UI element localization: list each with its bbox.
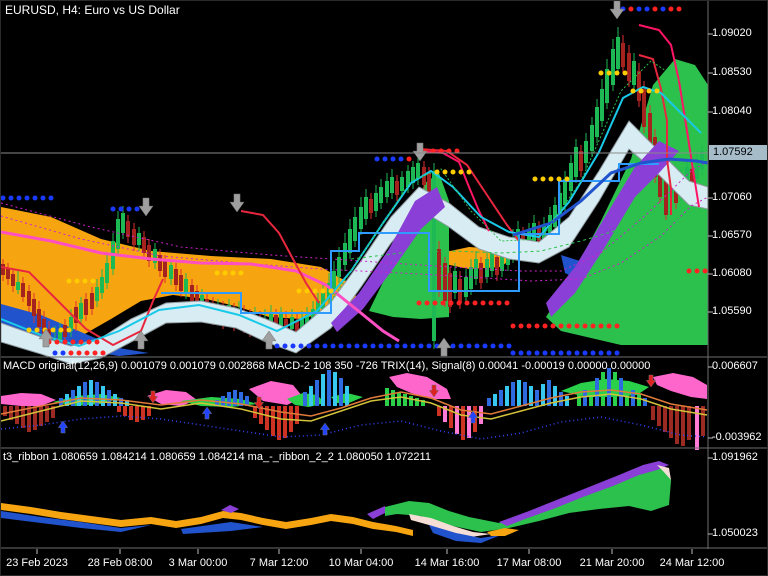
price-axis-label: 1.09020 bbox=[712, 27, 752, 40]
price-axis-label: 1.08530 bbox=[712, 66, 752, 79]
price-axis-label: 1.05590 bbox=[712, 305, 752, 318]
arrow-down-icon bbox=[610, 1, 624, 19]
chart-title: EURUSD, H4: Euro vs US Dollar bbox=[5, 4, 180, 17]
arrow-down-icon bbox=[139, 198, 153, 216]
arrow-up-icon bbox=[320, 423, 329, 435]
arrow-up-icon bbox=[58, 421, 67, 433]
macd-blue-dotted bbox=[1, 416, 707, 439]
arrow-up-icon bbox=[437, 338, 451, 356]
t3-panel-label: t3_ribbon 1.080659 1.084214 1.080659 1.0… bbox=[3, 451, 431, 464]
indicator-axis-label: 0.006607 bbox=[712, 360, 758, 373]
time-axis-label: 24 Mar 12:00 bbox=[660, 557, 725, 569]
arrow-down-icon bbox=[230, 194, 244, 212]
price-axis-label: 1.07060 bbox=[712, 191, 752, 204]
panel-separator-t3[interactable] bbox=[1, 447, 768, 450]
time-axis-label: 21 Mar 20:00 bbox=[580, 557, 645, 569]
indicator-axis-label: 1.050023 bbox=[712, 527, 758, 540]
indicator-axis-label: 1.091962 bbox=[712, 451, 758, 464]
price-axis-label: 1.06080 bbox=[712, 267, 752, 280]
time-axis-label: 17 Mar 08:00 bbox=[497, 557, 562, 569]
indicator-axis-label: -0.003962 bbox=[712, 431, 762, 444]
arrow-down-icon bbox=[413, 143, 427, 161]
time-axis-label: 10 Mar 04:00 bbox=[329, 557, 394, 569]
arrow-up-icon bbox=[202, 407, 211, 419]
time-axis-label: 7 Mar 12:00 bbox=[250, 557, 309, 569]
time-axis-label: 14 Mar 16:00 bbox=[415, 557, 480, 569]
mt-chart-window: EURUSD, H4: Euro vs US Dollar MACD origi… bbox=[0, 0, 768, 576]
current-price-label: 1.07592 bbox=[709, 145, 768, 160]
time-axis-label: 28 Feb 08:00 bbox=[88, 557, 153, 569]
time-axis-label: 3 Mar 00:00 bbox=[169, 557, 228, 569]
macd-panel-label: MACD original(12,26,9) 0.001079 0.001079… bbox=[3, 360, 650, 373]
price-axis-label: 1.06570 bbox=[712, 229, 752, 242]
time-axis-label: 23 Feb 2023 bbox=[6, 557, 68, 569]
price-axis-label: 1.08040 bbox=[712, 105, 752, 118]
panel-separator-macd[interactable] bbox=[1, 356, 768, 359]
macd-pink5 bbox=[653, 373, 707, 399]
chart-canvas[interactable] bbox=[1, 1, 768, 576]
t3-purple-left bbox=[367, 506, 385, 519]
